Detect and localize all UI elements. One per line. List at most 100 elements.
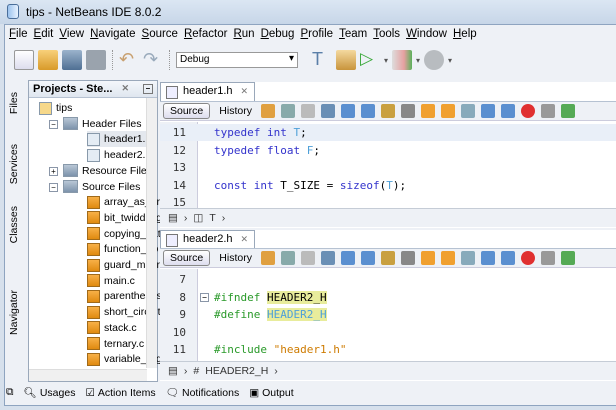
comment-icon[interactable] bbox=[560, 251, 575, 265]
configuration-select[interactable]: Debug bbox=[176, 52, 298, 68]
collapse-icon[interactable]: − bbox=[49, 119, 58, 129]
tree-item[interactable]: − Source Files bbox=[49, 179, 140, 195]
find-next-icon[interactable] bbox=[360, 104, 375, 118]
find-icon[interactable] bbox=[320, 104, 335, 118]
menu-help[interactable]: Help bbox=[450, 26, 480, 44]
menu-file[interactable]: File bbox=[6, 26, 31, 44]
clean-build-icon[interactable] bbox=[336, 50, 356, 70]
restore-window-icon[interactable]: ⧉ bbox=[6, 386, 14, 399]
toggle-highlight-icon[interactable] bbox=[380, 104, 395, 118]
minimize-icon[interactable]: – bbox=[143, 84, 153, 94]
rectangular-select-icon[interactable] bbox=[400, 251, 415, 265]
menu-window[interactable]: Window bbox=[403, 26, 450, 44]
source-button[interactable]: Source bbox=[163, 103, 211, 119]
last-edit-icon[interactable] bbox=[260, 104, 275, 118]
redo-icon[interactable]: ↷ bbox=[143, 50, 163, 70]
find-next-icon[interactable] bbox=[360, 251, 375, 265]
back-icon[interactable] bbox=[280, 104, 295, 118]
menu-run[interactable]: Run bbox=[230, 26, 257, 44]
output-tab[interactable]: ▣ Output bbox=[249, 387, 293, 399]
last-edit-icon[interactable] bbox=[260, 251, 275, 265]
menu-profile[interactable]: Profile bbox=[297, 26, 336, 44]
tree-item[interactable]: − Header Files bbox=[49, 116, 142, 132]
breadcrumb-item[interactable]: T bbox=[209, 212, 215, 224]
previous-bookmark-icon[interactable] bbox=[420, 251, 435, 265]
stop-macro-icon[interactable] bbox=[540, 251, 555, 265]
tree-item[interactable]: tips bbox=[39, 100, 72, 116]
save-all-icon[interactable] bbox=[86, 50, 106, 70]
menu-team[interactable]: Team bbox=[336, 26, 370, 44]
shift-right-icon[interactable] bbox=[500, 104, 515, 118]
tree-item[interactable]: main.c bbox=[87, 273, 135, 289]
close-tab-icon[interactable]: ✕ bbox=[241, 234, 249, 244]
tree-item[interactable]: + Resource Files bbox=[49, 163, 152, 179]
breadcrumb-item[interactable]: HEADER2_H bbox=[205, 365, 268, 377]
menu-tools[interactable]: Tools bbox=[370, 26, 403, 44]
horizontal-scrollbar[interactable] bbox=[29, 369, 147, 381]
action-items-tab[interactable]: ☑ Action Items bbox=[85, 387, 155, 399]
close-tab-icon[interactable]: ✕ bbox=[241, 86, 249, 96]
tree-item[interactable]: stack.c bbox=[87, 320, 137, 336]
toggle-bookmark-icon[interactable] bbox=[460, 251, 475, 265]
previous-bookmark-icon[interactable] bbox=[420, 104, 435, 118]
close-icon[interactable]: ✕ bbox=[121, 83, 129, 94]
undo-icon[interactable]: ↶ bbox=[119, 50, 139, 70]
profile-icon[interactable] bbox=[424, 50, 445, 70]
back-icon[interactable] bbox=[280, 251, 295, 265]
run-dropdown-icon[interactable]: ▾ bbox=[384, 56, 388, 65]
code-text: #ifndef HEADER2_H bbox=[214, 290, 327, 304]
start-macro-icon[interactable] bbox=[520, 251, 535, 265]
run-icon[interactable]: ▷ bbox=[360, 50, 380, 70]
code-area[interactable]: 7 8 #ifndef HEADER2_H − 9 #define HEADER2_H 10… bbox=[160, 269, 616, 361]
menu-debug[interactable]: Debug bbox=[258, 26, 298, 44]
tree-item[interactable]: header2.h bbox=[87, 147, 151, 163]
forward-icon[interactable] bbox=[300, 251, 315, 265]
expand-icon[interactable]: + bbox=[49, 166, 58, 176]
new-file-icon[interactable] bbox=[14, 50, 34, 70]
navigator-tab[interactable]: Navigator bbox=[8, 290, 20, 335]
profile-dropdown-icon[interactable]: ▾ bbox=[448, 56, 452, 65]
vertical-scrollbar[interactable] bbox=[146, 98, 157, 368]
collapse-icon[interactable]: − bbox=[49, 182, 58, 192]
notifications-tab[interactable]: 🗨︎ Notifications bbox=[166, 386, 240, 400]
new-project-icon[interactable] bbox=[38, 50, 58, 70]
history-button[interactable]: History bbox=[215, 104, 256, 118]
debug-dropdown-icon[interactable]: ▾ bbox=[416, 56, 420, 65]
toggle-bookmark-icon[interactable] bbox=[460, 104, 475, 118]
stop-macro-icon[interactable] bbox=[540, 104, 555, 118]
services-tab[interactable]: Services bbox=[8, 144, 20, 184]
find-previous-icon[interactable] bbox=[340, 104, 355, 118]
source-button[interactable]: Source bbox=[163, 250, 211, 266]
start-macro-icon[interactable] bbox=[520, 104, 535, 118]
menu-source[interactable]: Source bbox=[139, 26, 181, 44]
menu-edit[interactable]: Edit bbox=[31, 26, 57, 44]
menu-navigate[interactable]: Navigate bbox=[87, 26, 138, 44]
comment-icon[interactable] bbox=[560, 104, 575, 118]
usages-tab[interactable]: 🔍︎ Usages bbox=[24, 386, 76, 400]
shift-right-icon[interactable] bbox=[500, 251, 515, 265]
code-area[interactable]: 11 typedef int T; 12 typedef float F; 13 14 co… bbox=[160, 122, 616, 208]
menu-view[interactable]: View bbox=[56, 26, 87, 44]
tab-header1-h[interactable]: header1.h ✕ bbox=[160, 82, 256, 101]
find-previous-icon[interactable] bbox=[340, 251, 355, 265]
forward-icon[interactable] bbox=[300, 104, 315, 118]
classes-tab[interactable]: Classes bbox=[8, 206, 20, 243]
fold-icon[interactable]: − bbox=[200, 292, 209, 302]
c-file-icon bbox=[87, 195, 100, 209]
next-bookmark-icon[interactable] bbox=[440, 251, 455, 265]
menu-refactor[interactable]: Refactor bbox=[181, 26, 230, 44]
shift-left-icon[interactable] bbox=[480, 104, 495, 118]
history-button[interactable]: History bbox=[215, 251, 256, 265]
toggle-highlight-icon[interactable] bbox=[380, 251, 395, 265]
debug-icon[interactable] bbox=[392, 50, 413, 70]
rectangular-select-icon[interactable] bbox=[400, 104, 415, 118]
tree-item[interactable]: ternary.c bbox=[87, 336, 144, 352]
files-tab[interactable]: Files bbox=[8, 92, 20, 114]
shift-left-icon[interactable] bbox=[480, 251, 495, 265]
tree-item[interactable]: header1.h bbox=[87, 131, 152, 148]
build-icon[interactable]: T bbox=[312, 50, 332, 70]
next-bookmark-icon[interactable] bbox=[440, 104, 455, 118]
open-project-icon[interactable] bbox=[62, 50, 82, 70]
tab-header2-h[interactable]: header2.h ✕ bbox=[160, 230, 256, 249]
find-icon[interactable] bbox=[320, 251, 335, 265]
